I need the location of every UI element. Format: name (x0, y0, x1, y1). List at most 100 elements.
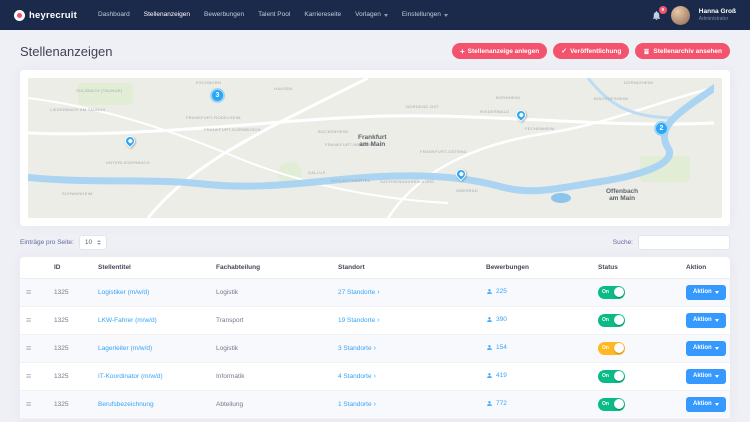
toggle-label: On (602, 317, 609, 323)
toggle-label: On (602, 373, 609, 379)
jobs-table: ID Stellentitel Fachabteilung Standort B… (20, 257, 730, 419)
standorte-link[interactable]: 1 Standorte (338, 401, 376, 408)
cell-id: 1325 (48, 390, 92, 418)
status-toggle[interactable]: On (598, 342, 625, 355)
applications-count[interactable]: 225 (486, 288, 507, 295)
applications-count[interactable]: 419 (486, 372, 507, 379)
map-label: BORNHEIM (496, 95, 520, 100)
applications-count[interactable]: 390 (486, 316, 507, 323)
standorte-link[interactable]: 3 Standorte (338, 345, 376, 352)
applications-number: 772 (496, 400, 507, 407)
archive-icon (643, 48, 650, 55)
job-title-link[interactable]: Lagerleiter (m/w/d) (98, 345, 152, 352)
standorte-link[interactable]: 4 Standorte (338, 373, 376, 380)
standorte-text: 19 Standorte (338, 317, 375, 324)
cell-id: 1325 (48, 334, 92, 362)
map-label: GUTLEUTVIERTEL (331, 178, 370, 183)
map-cluster[interactable]: 3 (210, 88, 225, 103)
job-title-link[interactable]: Logistiker (m/w/d) (98, 289, 149, 296)
city-label-line: Offenbach (606, 188, 638, 195)
chevron-down-icon (384, 14, 388, 17)
search-input[interactable] (638, 235, 730, 250)
map-label: RIEDERWALD (480, 109, 509, 114)
map-label: NORDEND-OST (406, 104, 439, 109)
cell-id: 1325 (48, 278, 92, 306)
standorte-link[interactable]: 19 Standorte (338, 317, 380, 324)
drag-handle-icon[interactable] (26, 399, 31, 409)
drag-handle-icon[interactable] (26, 315, 31, 325)
plus-icon (460, 47, 465, 56)
nav-item-stellenanzeigen[interactable]: Stellenanzeigen (137, 0, 197, 30)
drag-handle-icon[interactable] (26, 343, 31, 353)
header-bewerbungen: Bewerbungen (480, 257, 592, 278)
job-title-link[interactable]: Berufsbezeichnung (98, 401, 154, 408)
job-title-link[interactable]: IT-Koordinator (m/w/d) (98, 373, 163, 380)
standorte-text: 27 Standorte (338, 289, 375, 296)
map[interactable]: ESCHBORN SULZBACH (TAUNUS) LIEDERBACH AM… (28, 78, 722, 218)
check-icon (561, 47, 567, 55)
status-toggle[interactable]: On (598, 398, 625, 411)
create-job-button[interactable]: Stellenanzeige anlegen (452, 43, 547, 59)
status-toggle[interactable]: On (598, 286, 625, 299)
logo[interactable]: heyrecruit (14, 10, 77, 21)
table-row: 1325 LKW-Fahrer (m/w/d) Transport 19 Sta… (20, 306, 730, 334)
city-label-line: am Main (606, 195, 638, 202)
aktion-button[interactable]: Aktion (686, 285, 726, 300)
job-title-link[interactable]: LKW-Fahrer (m/w/d) (98, 317, 157, 324)
map-label: FRANKFURT-DORNBUSCH (204, 127, 261, 132)
chevron-down-icon (715, 291, 719, 294)
map-cluster[interactable]: 2 (654, 121, 669, 136)
nav-item-label: Einstellungen (402, 0, 441, 30)
map-label: DÖRNIGHEIM (624, 80, 653, 85)
aktion-button[interactable]: Aktion (686, 313, 726, 328)
avatar[interactable] (671, 6, 690, 25)
map-card: ESCHBORN SULZBACH (TAUNUS) LIEDERBACH AM… (20, 70, 730, 226)
map-label: LIEDERBACH AM TAUNUS (50, 107, 106, 112)
jobs-table-card: ID Stellentitel Fachabteilung Standort B… (20, 257, 730, 419)
user-menu[interactable]: Hanna Groß Administrator (699, 8, 736, 22)
standorte-text: 4 Standorte (338, 373, 372, 380)
publication-button[interactable]: Veröffentlichung (553, 43, 629, 59)
standorte-link[interactable]: 27 Standorte (338, 289, 380, 296)
nav-item-einstellungen[interactable]: Einstellungen (395, 0, 455, 30)
aktion-button[interactable]: Aktion (686, 369, 726, 384)
header-stellentitel: Stellentitel (92, 257, 210, 278)
status-toggle[interactable]: On (598, 370, 625, 383)
aktion-button[interactable]: Aktion (686, 397, 726, 412)
drag-handle-icon[interactable] (26, 371, 31, 381)
job-archive-button[interactable]: Stellenarchiv ansehen (635, 43, 730, 59)
table-row: 1325 IT-Koordinator (m/w/d) Informatik 4… (20, 362, 730, 390)
applications-count[interactable]: 772 (486, 400, 507, 407)
map-label: OBERRAD (456, 188, 478, 193)
header-drag (20, 257, 48, 278)
applications-count[interactable]: 154 (486, 344, 507, 351)
cell-department: Abteilung (210, 390, 332, 418)
nav-item-vorlagen[interactable]: Vorlagen (348, 0, 395, 30)
chevron-down-icon (715, 375, 719, 378)
table-header-row: ID Stellentitel Fachabteilung Standort B… (20, 257, 730, 278)
person-icon (486, 316, 493, 323)
per-page-select[interactable]: 10 (79, 235, 107, 250)
cell-department: Logistik (210, 334, 332, 362)
nav-item-bewerbungen[interactable]: Bewerbungen (197, 0, 251, 30)
cell-department: Informatik (210, 362, 332, 390)
standorte-text: 1 Standorte (338, 401, 372, 408)
drag-handle-icon[interactable] (26, 287, 31, 297)
map-label: UNTERLIEDERBACH (106, 160, 150, 165)
nav-item-talent-pool[interactable]: Talent Pool (251, 0, 297, 30)
nav-item-karriereseite[interactable]: Karriereseite (297, 0, 348, 30)
page-header: Stellenanzeigen Stellenanzeige anlegen V… (20, 43, 730, 59)
status-toggle[interactable]: On (598, 314, 625, 327)
person-icon (486, 372, 493, 379)
aktion-button[interactable]: Aktion (686, 341, 726, 356)
chevron-down-icon (715, 403, 719, 406)
header-fachabteilung: Fachabteilung (210, 257, 332, 278)
header-id: ID (48, 257, 92, 278)
nav-item-dashboard[interactable]: Dashboard (91, 0, 137, 30)
chevron-right-icon (372, 345, 376, 352)
map-label: FRANKFURT-RÖDELHEIM (186, 115, 241, 120)
toggle-label: On (602, 401, 609, 407)
notifications-button[interactable]: 8 (651, 10, 662, 21)
standorte-text: 3 Standorte (338, 345, 372, 352)
cell-id: 1325 (48, 362, 92, 390)
